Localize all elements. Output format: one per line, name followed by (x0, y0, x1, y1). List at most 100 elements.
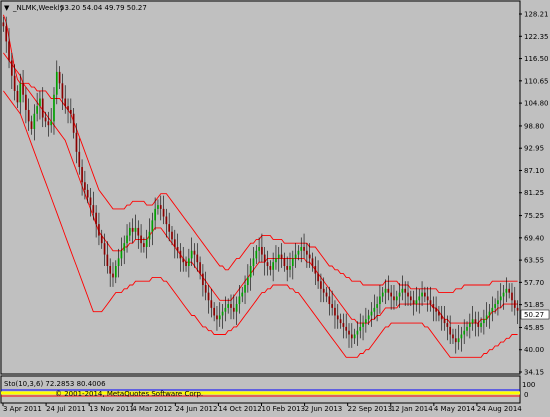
candle-body (502, 292, 505, 297)
bollinger-middle-line (3, 52, 518, 324)
candle-body (36, 106, 38, 114)
candle-body (483, 319, 485, 324)
candle-body (238, 296, 241, 305)
candle-body (176, 246, 179, 251)
candle-body (320, 281, 322, 289)
candle-body (463, 330, 466, 335)
candle-body (67, 106, 69, 110)
x-tick-label: 13 Nov 2011 (89, 405, 134, 413)
candle-body (196, 254, 199, 263)
candle-body (165, 216, 168, 225)
candle-body (331, 304, 333, 308)
candle-body (95, 212, 97, 225)
price-chart[interactable]: 128.21 122.35 116.50 110.65 104.80 98.80 92.95… (0, 0, 550, 413)
candle-body (50, 121, 53, 126)
candle-body (303, 246, 305, 251)
x-tick-label: 10 Feb 2013 (262, 405, 306, 413)
stochastic-label: Sto(10,3,6) 72.2853 80.4006 (4, 380, 106, 388)
candle-body (376, 304, 378, 308)
x-tick-label: 4 Mar 2012 (132, 405, 172, 413)
candle-body (516, 307, 519, 311)
candle-body (446, 323, 449, 327)
candle-body (25, 94, 27, 110)
candle-body (199, 262, 201, 274)
candle-body (154, 208, 156, 221)
bollinger-upper-line (2, 14, 518, 294)
candle-body (218, 315, 221, 320)
candle-body (308, 254, 311, 259)
candle-body (92, 205, 95, 213)
x-tick-label: 4 May 2014 (434, 405, 476, 413)
y-tick-label: 98.80 (524, 122, 544, 130)
candle-body (202, 273, 204, 286)
candle-body (407, 292, 409, 297)
x-tick-label: 12 Jan 2014 (391, 405, 434, 413)
candle-body (468, 323, 471, 327)
y-tick-label: 51.85 (524, 301, 544, 309)
candle-body (145, 239, 148, 247)
candle-body (261, 246, 263, 255)
candle-body (289, 266, 291, 270)
x-tick-label: 24 Jun 2012 (175, 405, 217, 413)
candle-body (294, 254, 297, 259)
candle-body (379, 296, 381, 305)
candle-body (497, 300, 499, 305)
candle-body (505, 288, 508, 293)
candle-body (454, 338, 457, 343)
symbol-title: _NLMK,Weekly (12, 4, 64, 12)
candle-body (499, 296, 502, 301)
candle-body (134, 227, 137, 232)
candle-body (300, 246, 303, 251)
candle-body (27, 109, 30, 122)
candle-body (314, 266, 317, 274)
candle-body (247, 277, 249, 286)
y-tick-label: 92.95 (524, 145, 544, 153)
candle-body (432, 304, 435, 308)
y-tick-label: 110.65 (524, 77, 549, 85)
candle-body (151, 220, 154, 232)
candle-body (339, 319, 342, 324)
candle-body (258, 246, 260, 251)
candle-body (291, 258, 294, 267)
candle-body (143, 243, 145, 247)
candle-body (109, 266, 112, 274)
candle-body (508, 288, 511, 293)
candle-body (390, 292, 392, 297)
candle-body (114, 266, 117, 278)
candle-body (370, 311, 373, 316)
candle-body (69, 109, 72, 114)
candle-body (75, 132, 78, 152)
candle-body (334, 307, 336, 316)
candle-body (131, 227, 134, 232)
candle-body (159, 205, 162, 209)
candle-body (252, 258, 255, 267)
candle-body (204, 285, 207, 293)
x-tick-label: 2 Jun 2013 (305, 405, 343, 413)
y-tick-label: 116.50 (524, 55, 549, 63)
x-tick-label: 3 Apr 2011 (3, 405, 42, 413)
candle-body (322, 288, 325, 293)
candle-body (39, 98, 41, 107)
candle-body (179, 250, 182, 259)
candle-body (480, 323, 482, 327)
y-tick-label: 104.80 (524, 100, 549, 108)
candle-body (367, 315, 370, 320)
candle-body (325, 292, 328, 297)
candle-body (443, 319, 446, 324)
chart-dropdown-icon[interactable]: ▼ (4, 4, 10, 12)
candle-body (336, 315, 339, 320)
candle-body (356, 330, 359, 335)
bollinger-bands (2, 14, 518, 358)
candle-body (10, 60, 13, 76)
candle-body (272, 262, 274, 270)
candle-body (61, 83, 64, 99)
chart-window[interactable]: 128.21 122.35 116.50 110.65 104.80 98.80 92.95… (0, 0, 550, 413)
y-tick-label: 128.21 (524, 11, 549, 19)
y-tick-label: 87.10 (524, 167, 544, 175)
candle-body (207, 292, 210, 301)
y-tick-label: 45.85 (524, 324, 544, 332)
candle-body (283, 258, 286, 267)
y-tick-label: 63.55 (524, 257, 544, 265)
candle-body (429, 300, 432, 305)
y-tick-label: 122.35 (524, 33, 549, 41)
